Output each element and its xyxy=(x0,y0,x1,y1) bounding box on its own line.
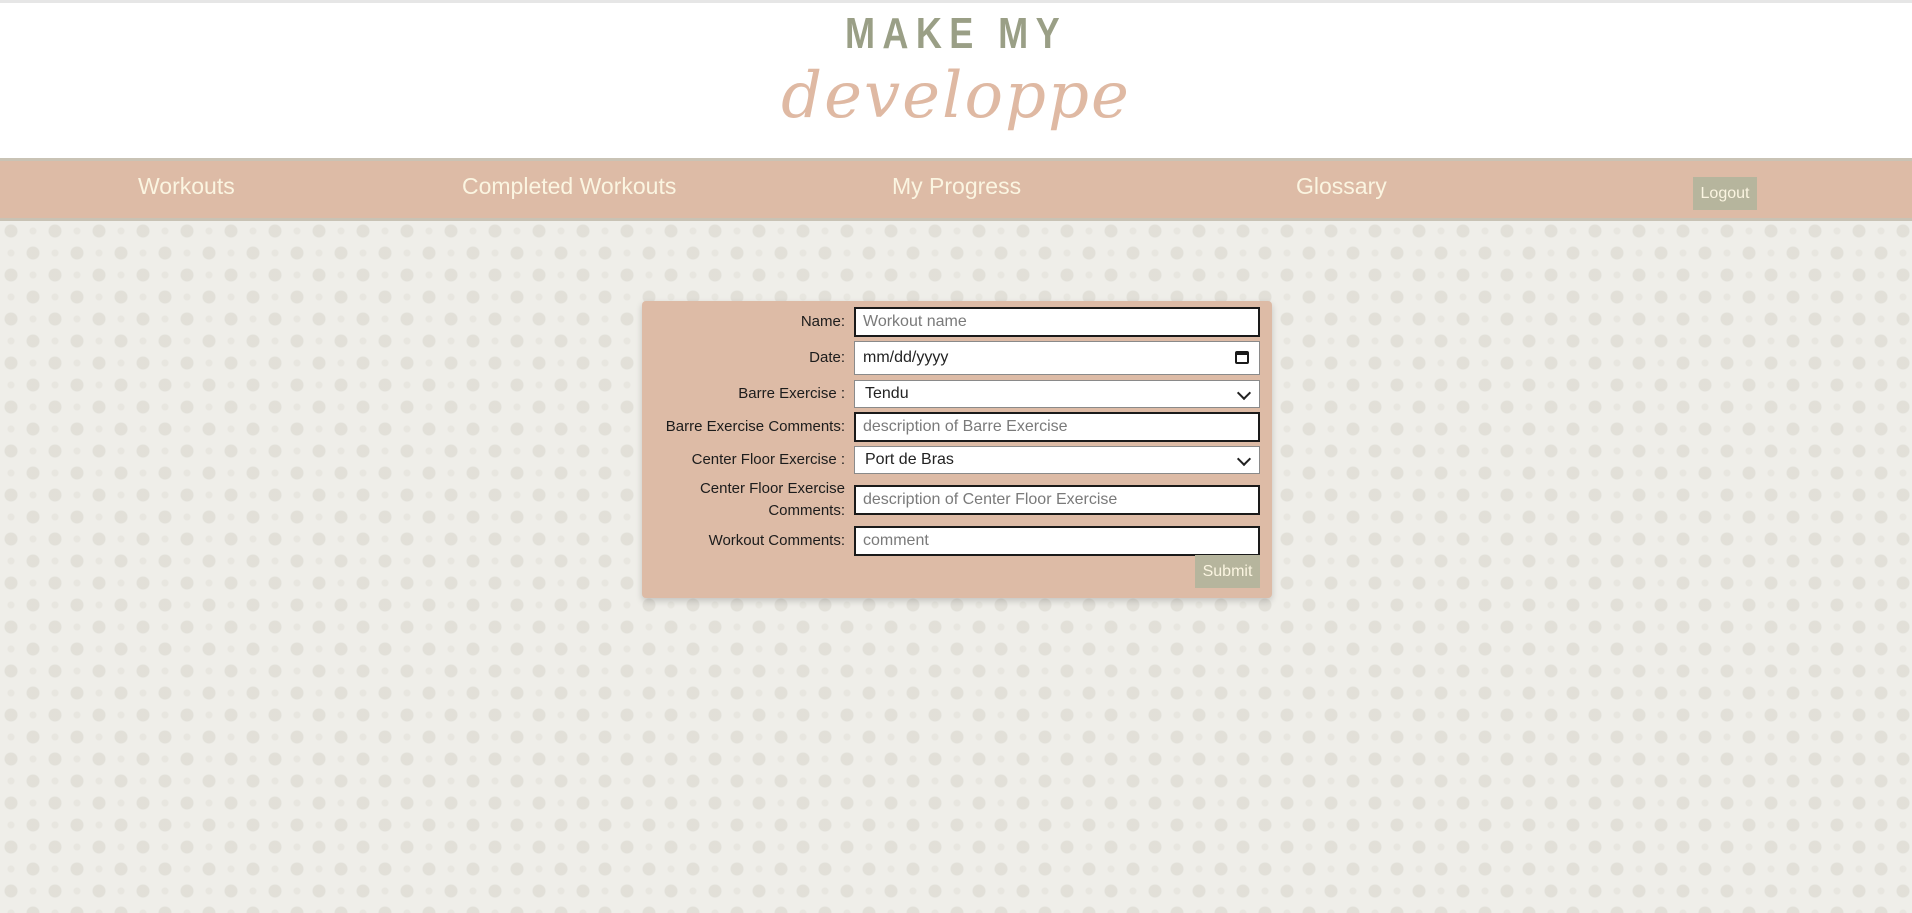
date-input[interactable]: mm/dd/yyyy xyxy=(854,341,1260,375)
center-floor-exercise-select[interactable]: Port de Bras xyxy=(854,446,1260,474)
chevron-down-icon xyxy=(1236,385,1252,401)
center-comments-label-line-1: Center Floor Exercise xyxy=(699,480,845,497)
date-input-value: mm/dd/yyyy xyxy=(863,349,949,366)
barre-exercise-selected: Tendu xyxy=(865,385,909,402)
nav-workouts[interactable]: Workouts xyxy=(138,173,235,200)
barre-exercise-label: Barre Exercise : xyxy=(738,385,845,402)
center-floor-exercise-label: Center Floor Exercise : xyxy=(691,451,845,468)
barre-comments-label: Barre Exercise Comments: xyxy=(665,418,845,435)
workout-form: Name: Date: mm/dd/yyyy Barre Exercise : … xyxy=(642,301,1272,598)
name-label: Name: xyxy=(800,313,845,330)
center-comments-input[interactable] xyxy=(854,485,1260,515)
submit-button[interactable]: Submit xyxy=(1195,555,1260,588)
calendar-icon[interactable] xyxy=(1235,351,1249,364)
nav-my-progress[interactable]: My Progress xyxy=(892,173,1021,200)
nav-completed-workouts[interactable]: Completed Workouts xyxy=(462,173,676,200)
logout-button[interactable]: Logout xyxy=(1693,177,1757,210)
center-comments-label-line-2: Comments: xyxy=(768,502,845,519)
center-comments-label: Center Floor Exercise Comments: xyxy=(700,478,845,522)
logo-line-2: developpe xyxy=(781,59,1131,133)
workout-comments-input[interactable] xyxy=(854,526,1260,556)
chevron-down-icon xyxy=(1236,451,1252,467)
barre-comments-input[interactable] xyxy=(854,412,1260,442)
workout-comments-label: Workout Comments: xyxy=(708,532,845,549)
center-floor-exercise-selected: Port de Bras xyxy=(865,451,954,468)
nav-glossary[interactable]: Glossary xyxy=(1296,173,1387,200)
main-nav: Workouts Completed Workouts My Progress … xyxy=(0,158,1912,221)
site-header: MAKE MY developpe xyxy=(0,0,1912,158)
logo-line-1: MAKE MY xyxy=(844,9,1068,58)
date-label: Date: xyxy=(809,349,845,366)
barre-exercise-select[interactable]: Tendu xyxy=(854,380,1260,408)
workout-name-input[interactable] xyxy=(854,307,1260,337)
